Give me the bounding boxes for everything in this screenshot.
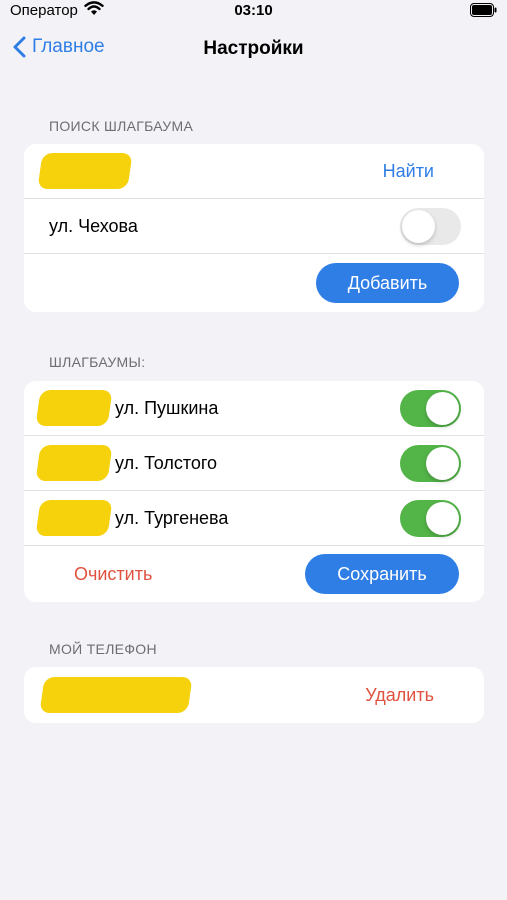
redacted-phone-number	[39, 677, 193, 713]
barrier-toggle[interactable]	[400, 445, 461, 482]
add-button[interactable]: Добавить	[316, 263, 459, 303]
toggle-knob	[426, 447, 459, 480]
barrier-toggle[interactable]	[400, 390, 461, 427]
barriers-card: ул. Пушкина ул. Толстого ул. Тургенева О…	[24, 381, 484, 602]
battery-icon	[470, 3, 497, 21]
delete-button[interactable]: Удалить	[365, 685, 434, 706]
status-bar: Оператор 03:10	[0, 0, 507, 24]
phone-card: Удалить	[24, 667, 484, 723]
search-result-street: ул. Чехова	[49, 216, 138, 236]
navigation-bar: Главное Настройки	[0, 30, 507, 70]
search-card: Найти ул. Чехова Добавить	[24, 144, 484, 312]
toggle-knob	[426, 392, 459, 425]
barrier-name: ул. Толстого	[115, 453, 218, 473]
toggle-knob	[426, 502, 459, 535]
barrier-row: ул. Пушкина	[24, 381, 484, 435]
page-title: Настройки	[203, 38, 304, 59]
clear-button[interactable]: Очистить	[74, 564, 152, 585]
save-button[interactable]: Сохранить	[305, 554, 459, 594]
barrier-name: ул. Пушкина	[115, 398, 219, 418]
find-button[interactable]: Найти	[383, 161, 434, 182]
clock: 03:10	[234, 2, 273, 19]
phone-row: Удалить	[24, 667, 484, 723]
barrier-actions-row: Очистить Сохранить	[24, 545, 484, 602]
add-row: Добавить	[24, 253, 484, 312]
redacted-barrier-id	[35, 390, 113, 426]
barrier-toggle[interactable]	[400, 500, 461, 537]
search-section-header: ПОИСК ШЛАГБАУМА	[49, 118, 194, 134]
phone-section-header: МОЙ ТЕЛЕФОН	[49, 641, 157, 657]
barrier-row: ул. Толстого	[24, 435, 484, 490]
redacted-search-input[interactable]	[37, 153, 133, 189]
search-result-toggle[interactable]	[400, 208, 461, 245]
search-row: Найти	[24, 144, 484, 198]
redacted-barrier-id	[35, 445, 113, 481]
barrier-name: ул. Тургенева	[115, 508, 229, 528]
barrier-row: ул. Тургенева	[24, 490, 484, 545]
search-result-row: ул. Чехова	[24, 198, 484, 253]
toggle-knob	[402, 210, 435, 243]
barriers-section-header: ШЛАГБАУМЫ:	[49, 354, 146, 370]
redacted-barrier-id	[35, 500, 113, 536]
